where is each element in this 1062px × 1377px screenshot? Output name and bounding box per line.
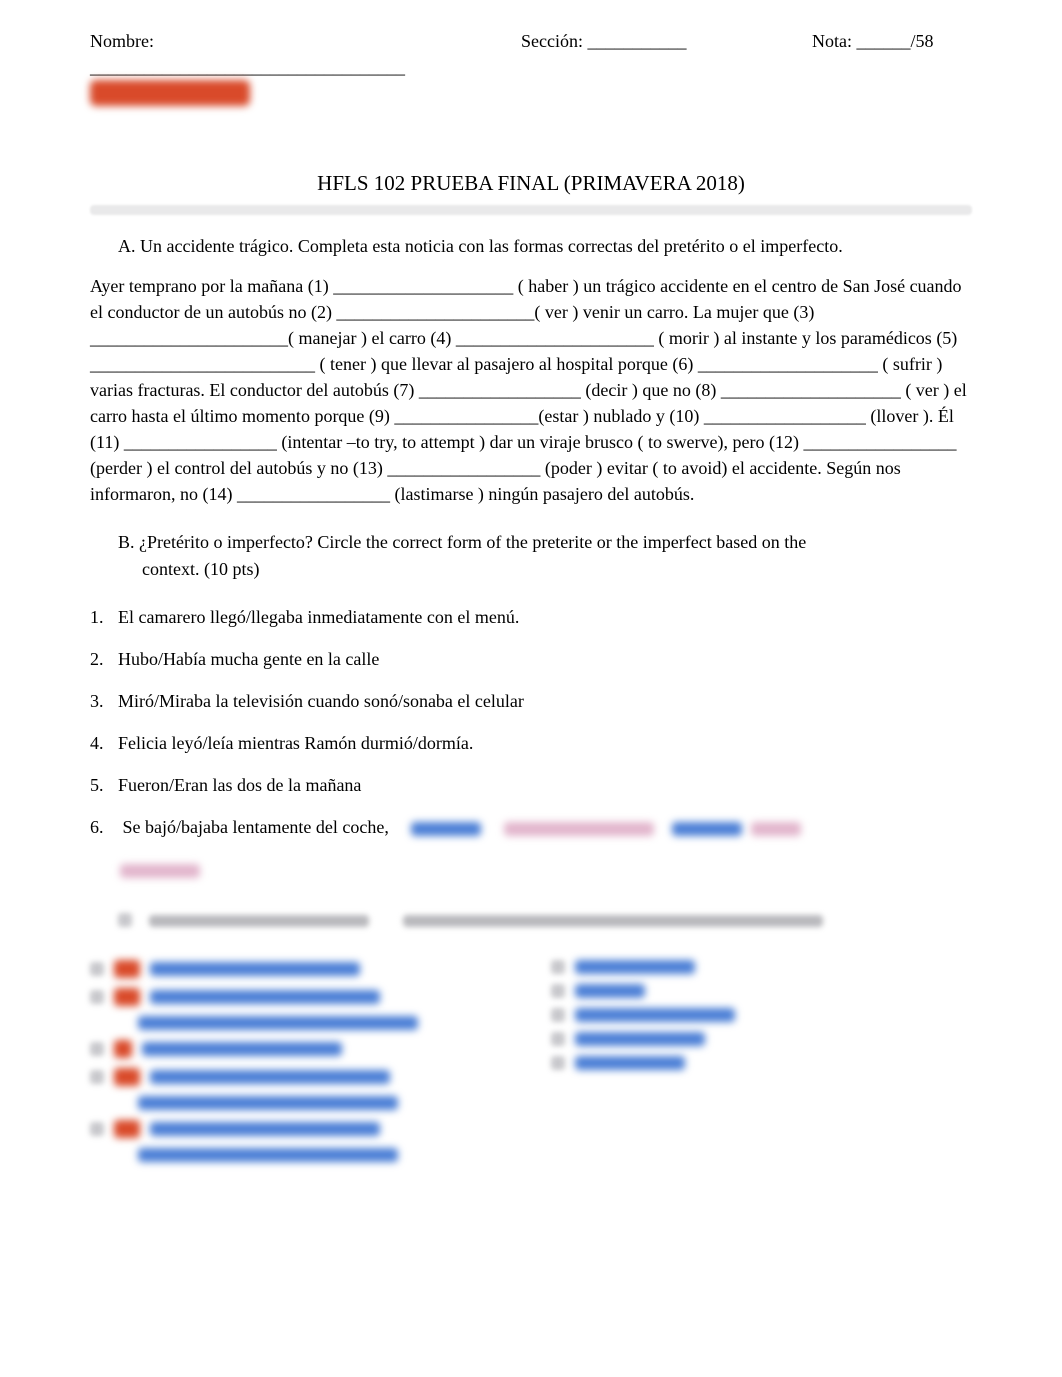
blur-row xyxy=(551,1032,972,1046)
blur-segment xyxy=(575,984,645,998)
blur-segment xyxy=(411,822,481,836)
blur-row xyxy=(551,960,972,974)
blur-row xyxy=(551,1008,972,1022)
blur-row xyxy=(551,1056,972,1070)
blur-row xyxy=(90,1040,511,1058)
item-number: 2. xyxy=(90,646,118,672)
blur-red-box xyxy=(114,1068,140,1086)
blur-segment xyxy=(672,822,742,836)
blur-red-box xyxy=(114,960,140,978)
blur-col-left xyxy=(90,950,511,1172)
blur-line xyxy=(149,915,369,927)
page-title: HFLS 102 PRUEBA FINAL (PRIMAVERA 2018) xyxy=(90,168,972,198)
nombre-field: Nombre: ________________________________… xyxy=(90,28,460,108)
item-text: Felicia leyó/leía mientras Ramón durmió/… xyxy=(118,733,473,753)
blur-segment xyxy=(150,1070,390,1084)
blur-line xyxy=(403,915,823,927)
item-number: 3. xyxy=(90,688,118,714)
blur-segment xyxy=(504,822,654,836)
blur-row xyxy=(90,960,511,978)
blur-segment xyxy=(575,1008,735,1022)
blur-dot xyxy=(551,960,565,974)
blur-dot xyxy=(118,913,132,927)
section-a-heading: A. Un accidente trágico. Completa esta n… xyxy=(118,233,972,259)
blur-segment xyxy=(575,960,695,974)
title-underline-bar xyxy=(90,205,972,215)
nota-field: Nota: ______/58 xyxy=(812,28,972,54)
nota-label: Nota: ______/58 xyxy=(812,31,934,51)
item-number: 5. xyxy=(90,772,118,798)
seccion-label: Sección: ___________ xyxy=(521,31,686,51)
blur-red-box xyxy=(114,1120,140,1138)
blur-segment xyxy=(120,864,200,878)
blur-row xyxy=(138,1096,511,1110)
list-item: 3.Miró/Miraba la televisión cuando sonó/… xyxy=(90,688,972,714)
blur-segment xyxy=(150,1122,380,1136)
blur-dot xyxy=(90,1122,104,1136)
blur-columns xyxy=(90,950,972,1172)
blur-dot xyxy=(551,1008,565,1022)
blur-col-right xyxy=(551,950,972,1172)
section-a-paragraph: Ayer temprano por la mañana (1) ________… xyxy=(90,273,972,508)
blur-row xyxy=(90,1068,511,1086)
blur-row xyxy=(90,988,511,1006)
blur-dot xyxy=(90,990,104,1004)
blur-segment xyxy=(150,990,380,1004)
blur-segment xyxy=(138,1096,398,1110)
item-number: 1. xyxy=(90,604,118,630)
blur-row xyxy=(138,1148,511,1162)
seccion-field: Sección: ___________ xyxy=(521,28,751,54)
section-b-heading: B. ¿Pretérito o imperfecto? Circle the c… xyxy=(118,529,972,581)
item-text: Miró/Miraba la televisión cuando sonó/so… xyxy=(118,691,524,711)
item-text: El camarero llegó/llegaba inmediatamente… xyxy=(118,607,519,627)
page-header: Nombre: ________________________________… xyxy=(90,28,972,108)
blur-segment xyxy=(575,1056,685,1070)
blur-dot xyxy=(551,984,565,998)
header-red-blur xyxy=(90,80,250,106)
item-number: 6. xyxy=(90,814,118,840)
blur-red-box xyxy=(114,988,140,1006)
list-item: 6. Se bajó/bajaba lentamente del coche, xyxy=(90,814,972,882)
blur-row xyxy=(138,1016,511,1030)
blur-dot xyxy=(90,962,104,976)
blur-dot xyxy=(90,1070,104,1084)
blur-segment xyxy=(575,1032,705,1046)
item-text: Se bajó/bajaba lentamente del coche, xyxy=(123,817,389,837)
list-item: 4.Felicia leyó/leía mientras Ramón durmi… xyxy=(90,730,972,756)
list-item: 2.Hubo/Había mucha gente en la calle xyxy=(90,646,972,672)
section-a-text: Ayer temprano por la mañana (1) ________… xyxy=(90,276,967,505)
blur-red-box xyxy=(114,1040,132,1058)
nombre-label: Nombre: ________________________________… xyxy=(90,31,405,77)
blur-segment xyxy=(138,1148,398,1162)
blur-dot xyxy=(90,1042,104,1056)
blur-segment xyxy=(142,1042,342,1056)
blur-segment xyxy=(150,962,360,976)
blur-segment xyxy=(751,822,801,836)
list-item: 5.Fueron/Eran las dos de la mañana xyxy=(90,772,972,798)
section-c-blurred xyxy=(90,908,972,1172)
section-b-line1: B. ¿Pretérito o imperfecto? Circle the c… xyxy=(118,532,806,552)
blur-row xyxy=(90,1120,511,1138)
section-b-list: 1.El camarero llegó/llegaba inmediatamen… xyxy=(90,604,972,883)
blur-row xyxy=(551,984,972,998)
blur-segment xyxy=(138,1016,418,1030)
item-number: 4. xyxy=(90,730,118,756)
item-text: Fueron/Eran las dos de la mañana xyxy=(118,775,361,795)
blur-dot xyxy=(551,1056,565,1070)
blur-dot xyxy=(551,1032,565,1046)
list-item: 1.El camarero llegó/llegaba inmediatamen… xyxy=(90,604,972,630)
item-text: Hubo/Había mucha gente en la calle xyxy=(118,649,379,669)
section-b-line2: context. (10 pts) xyxy=(142,556,972,582)
